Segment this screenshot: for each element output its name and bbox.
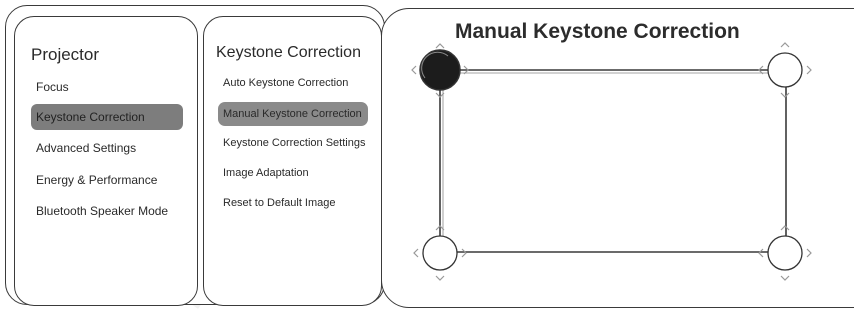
chevron-left-icon[interactable] <box>411 65 417 75</box>
corner-handle-bottom-left[interactable] <box>422 235 458 271</box>
chevron-down-icon[interactable] <box>435 275 445 281</box>
keystone-adjustment-canvas <box>411 42 812 281</box>
chevron-right-icon[interactable] <box>806 65 812 75</box>
chevron-down-icon[interactable] <box>780 275 790 281</box>
corner-handle-bottom-right[interactable] <box>767 235 803 271</box>
corner-handle-top-left[interactable] <box>419 49 461 91</box>
chevron-left-icon[interactable] <box>413 248 419 258</box>
corner-handle-top-right[interactable] <box>767 52 803 88</box>
chevron-left-icon[interactable] <box>758 248 764 258</box>
chevron-down-icon[interactable] <box>780 92 790 98</box>
chevron-up-icon[interactable] <box>780 42 790 48</box>
projection-outline <box>439 69 787 253</box>
chevron-right-icon[interactable] <box>461 248 467 258</box>
chevron-up-icon[interactable] <box>435 43 445 49</box>
chevron-right-icon[interactable] <box>806 248 812 258</box>
chevron-up-icon[interactable] <box>780 225 790 231</box>
projection-outline-inner <box>441 70 785 252</box>
